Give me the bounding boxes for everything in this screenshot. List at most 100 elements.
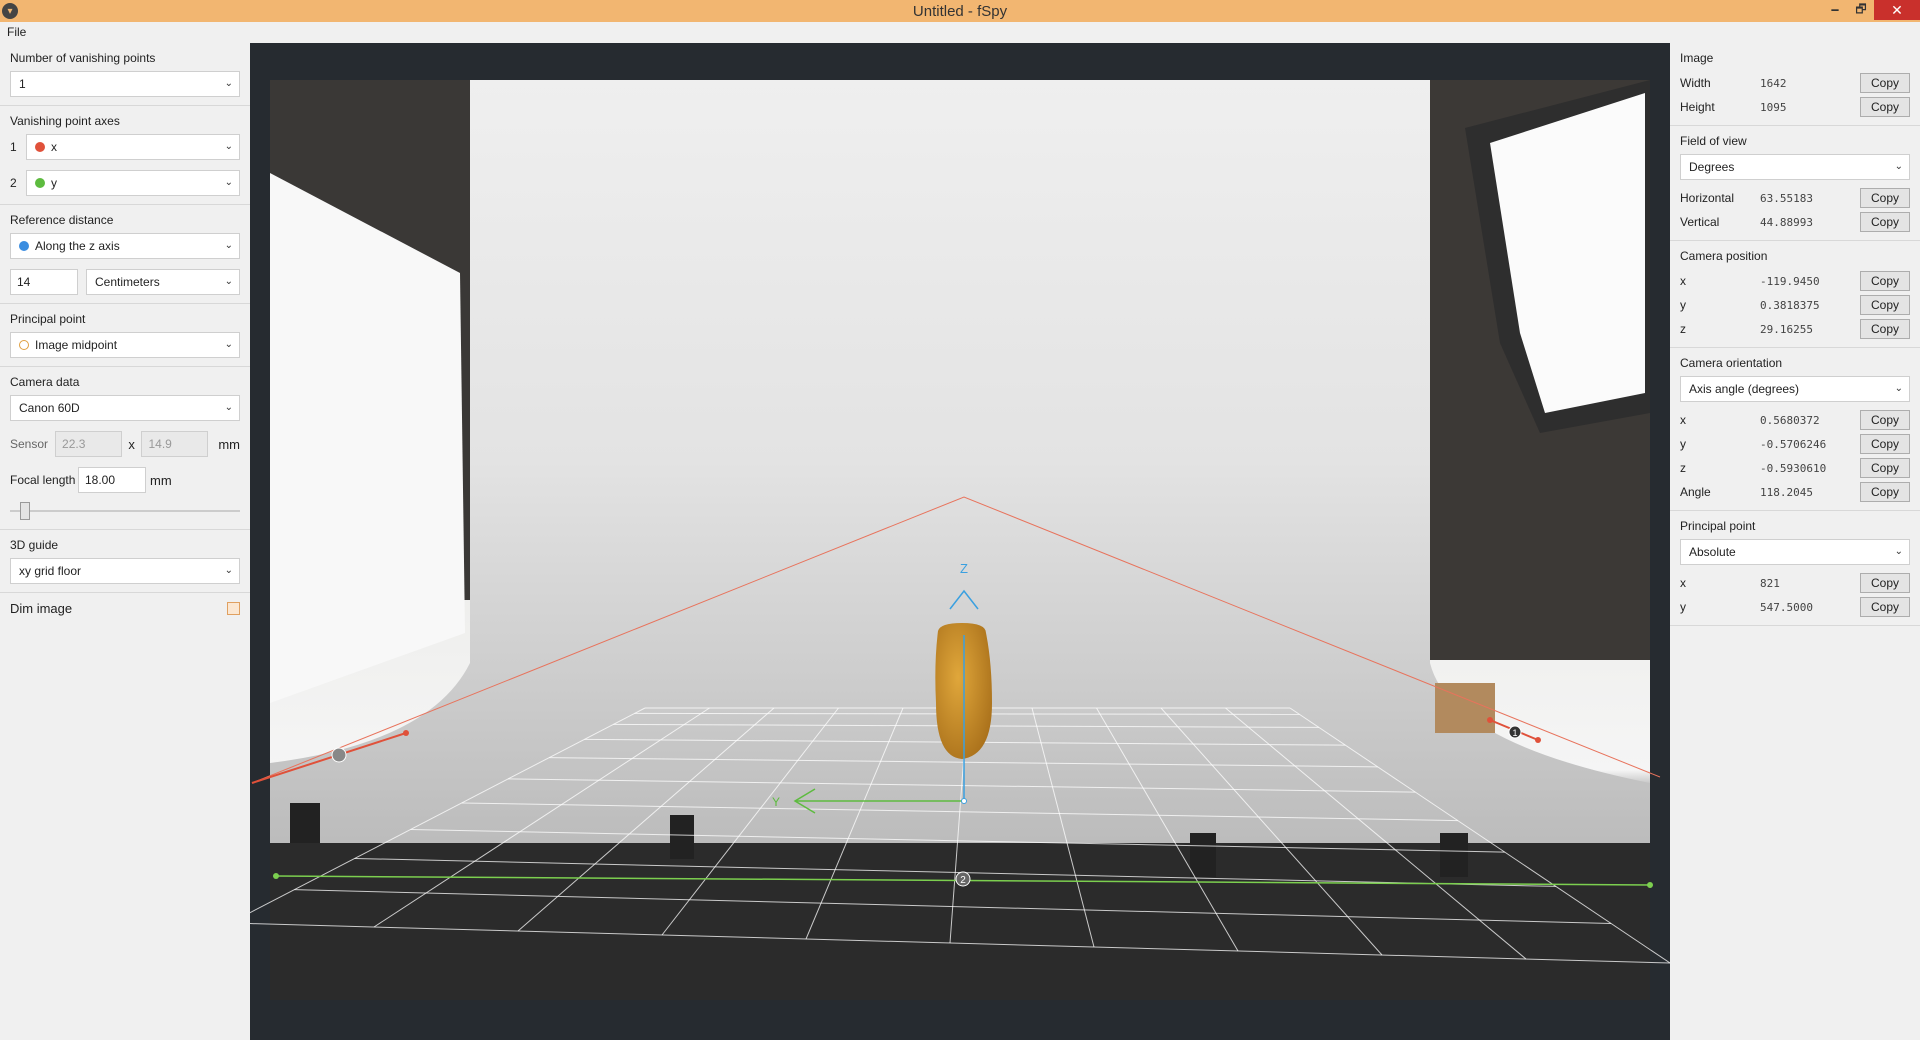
menu-file[interactable]: File [0, 22, 33, 42]
chevron-down-icon: ⌄ [224, 78, 233, 89]
vertical-value: 44.88993 [1760, 215, 1813, 229]
ref-distance-input[interactable]: 14 [10, 269, 78, 295]
pp-mode-value: Absolute [1689, 545, 1736, 559]
ref-distance-unit-select[interactable]: Centimeters ⌄ [86, 269, 240, 295]
origin-point[interactable] [961, 798, 967, 804]
or-angle-value: 118.2045 [1760, 485, 1813, 499]
title-bar: ▾ Untitled - fSpy 🗕 🗗 ✕ [0, 0, 1920, 22]
marker-1-left[interactable] [331, 747, 347, 763]
chevron-down-icon: ⌄ [224, 339, 233, 350]
or-x-label: x [1680, 413, 1686, 427]
copy-height-button[interactable]: Copy [1860, 97, 1910, 117]
ref-distance-axis-select[interactable]: Along the z axis ⌄ [10, 233, 240, 259]
dim-image-checkbox[interactable] [227, 602, 240, 615]
copy-or-angle-button[interactable]: Copy [1860, 482, 1910, 502]
copy-cp-z-button[interactable]: Copy [1860, 319, 1910, 339]
copy-cp-y-button[interactable]: Copy [1860, 295, 1910, 315]
focal-length-input[interactable]: 18.00 [78, 467, 146, 493]
copy-pp-x-button[interactable]: Copy [1860, 573, 1910, 593]
control-point[interactable] [1487, 717, 1493, 723]
minimize-button[interactable]: 🗕 [1822, 0, 1848, 20]
menu-bar: File [0, 22, 1920, 43]
pp-section-label: Principal point [1680, 519, 1756, 533]
green-dot-icon [35, 178, 45, 188]
marker-1-label: 1 [1512, 728, 1517, 738]
image-canvas[interactable]: 1 2 Z Y [250, 43, 1670, 1040]
horizontal-label: Horizontal [1680, 191, 1735, 205]
chevron-down-icon: ⌄ [1894, 161, 1903, 172]
marker-2-label: 2 [960, 875, 966, 886]
guide-value: xy grid floor [19, 564, 82, 578]
copy-pp-y-button[interactable]: Copy [1860, 597, 1910, 617]
copy-cp-x-button[interactable]: Copy [1860, 271, 1910, 291]
copy-horizontal-button[interactable]: Copy [1860, 188, 1910, 208]
fov-section-label: Field of view [1680, 134, 1747, 148]
fov-unit-select[interactable]: Degrees ⌄ [1680, 154, 1910, 180]
copy-or-y-button[interactable]: Copy [1860, 434, 1910, 454]
settings-panel: Number of vanishing points 1 ⌄ Vanishing… [0, 43, 250, 1040]
principal-point-select[interactable]: Image midpoint ⌄ [10, 332, 240, 358]
cp-y-value: 0.3818375 [1760, 298, 1820, 312]
axis-1-index: 1 [10, 140, 17, 154]
focal-length-unit: mm [150, 472, 172, 488]
control-point[interactable] [403, 730, 409, 736]
guide-select[interactable]: xy grid floor ⌄ [10, 558, 240, 584]
vp-count-select[interactable]: 1 ⌄ [10, 71, 240, 97]
axis-1-select[interactable]: x ⌄ [26, 134, 240, 160]
cp-z-value: 29.16255 [1760, 322, 1813, 336]
copy-vertical-button[interactable]: Copy [1860, 212, 1910, 232]
or-y-label: y [1680, 437, 1686, 451]
y-axis-label: Y [772, 795, 780, 809]
orientation-mode-select[interactable]: Axis angle (degrees) ⌄ [1680, 376, 1910, 402]
focal-length-slider[interactable] [10, 501, 240, 521]
control-point[interactable] [1647, 882, 1653, 888]
chevron-down-icon: ⌄ [224, 141, 233, 152]
slider-thumb[interactable] [20, 502, 30, 520]
circle-outline-icon [19, 340, 29, 350]
blue-dot-icon [19, 241, 29, 251]
horizontal-value: 63.55183 [1760, 191, 1813, 205]
vp-count-value: 1 [19, 77, 26, 91]
maximize-button[interactable]: 🗗 [1848, 0, 1874, 20]
principal-point-value: Image midpoint [35, 338, 118, 352]
copy-or-z-button[interactable]: Copy [1860, 458, 1910, 478]
close-button[interactable]: ✕ [1874, 0, 1920, 20]
control-point[interactable] [273, 873, 279, 879]
camera-model-select[interactable]: Canon 60D ⌄ [10, 395, 240, 421]
focal-length-label: Focal length [10, 473, 76, 487]
width-label: Width [1680, 76, 1711, 90]
copy-or-x-button[interactable]: Copy [1860, 410, 1910, 430]
slider-track [10, 510, 240, 512]
window-title: Untitled - fSpy [912, 2, 1008, 20]
ref-distance-label: Reference distance [10, 213, 114, 227]
pp-x-label: x [1680, 576, 1686, 590]
chevron-down-icon: ⌄ [224, 240, 233, 251]
vp-axes-label: Vanishing point axes [10, 114, 120, 128]
ref-distance-unit-value: Centimeters [95, 275, 160, 289]
axis-2-index: 2 [10, 176, 17, 190]
copy-width-button[interactable]: Copy [1860, 73, 1910, 93]
results-panel: Image Width 1642 Copy Height 1095 Copy Field… [1670, 43, 1920, 1040]
clamp [290, 803, 320, 843]
vertical-label: Vertical [1680, 215, 1720, 229]
control-point[interactable] [1535, 737, 1541, 743]
sensor-width-input[interactable]: 22.3 [55, 431, 122, 457]
chevron-down-icon: ⌄ [224, 402, 233, 413]
or-angle-label: Angle [1680, 485, 1711, 499]
sensor-x-label: x [128, 436, 135, 452]
axis-2-select[interactable]: y ⌄ [26, 170, 240, 196]
pp-x-value: 821 [1760, 576, 1780, 590]
or-x-value: 0.5680372 [1760, 413, 1820, 427]
cp-x-value: -119.9450 [1760, 274, 1820, 288]
axis-2-value: y [51, 176, 57, 190]
cp-z-label: z [1680, 322, 1686, 336]
clamp [1440, 833, 1468, 877]
pp-mode-select[interactable]: Absolute ⌄ [1680, 539, 1910, 565]
ref-distance-axis-value: Along the z axis [35, 239, 120, 253]
dim-image-label: Dim image [10, 601, 73, 616]
width-value: 1642 [1760, 76, 1787, 90]
fspy-logo-icon[interactable]: ▾ [2, 3, 18, 19]
chevron-down-icon: ⌄ [224, 276, 233, 287]
sensor-height-input[interactable]: 14.9 [141, 431, 209, 457]
chevron-down-icon: ⌄ [1894, 546, 1903, 557]
